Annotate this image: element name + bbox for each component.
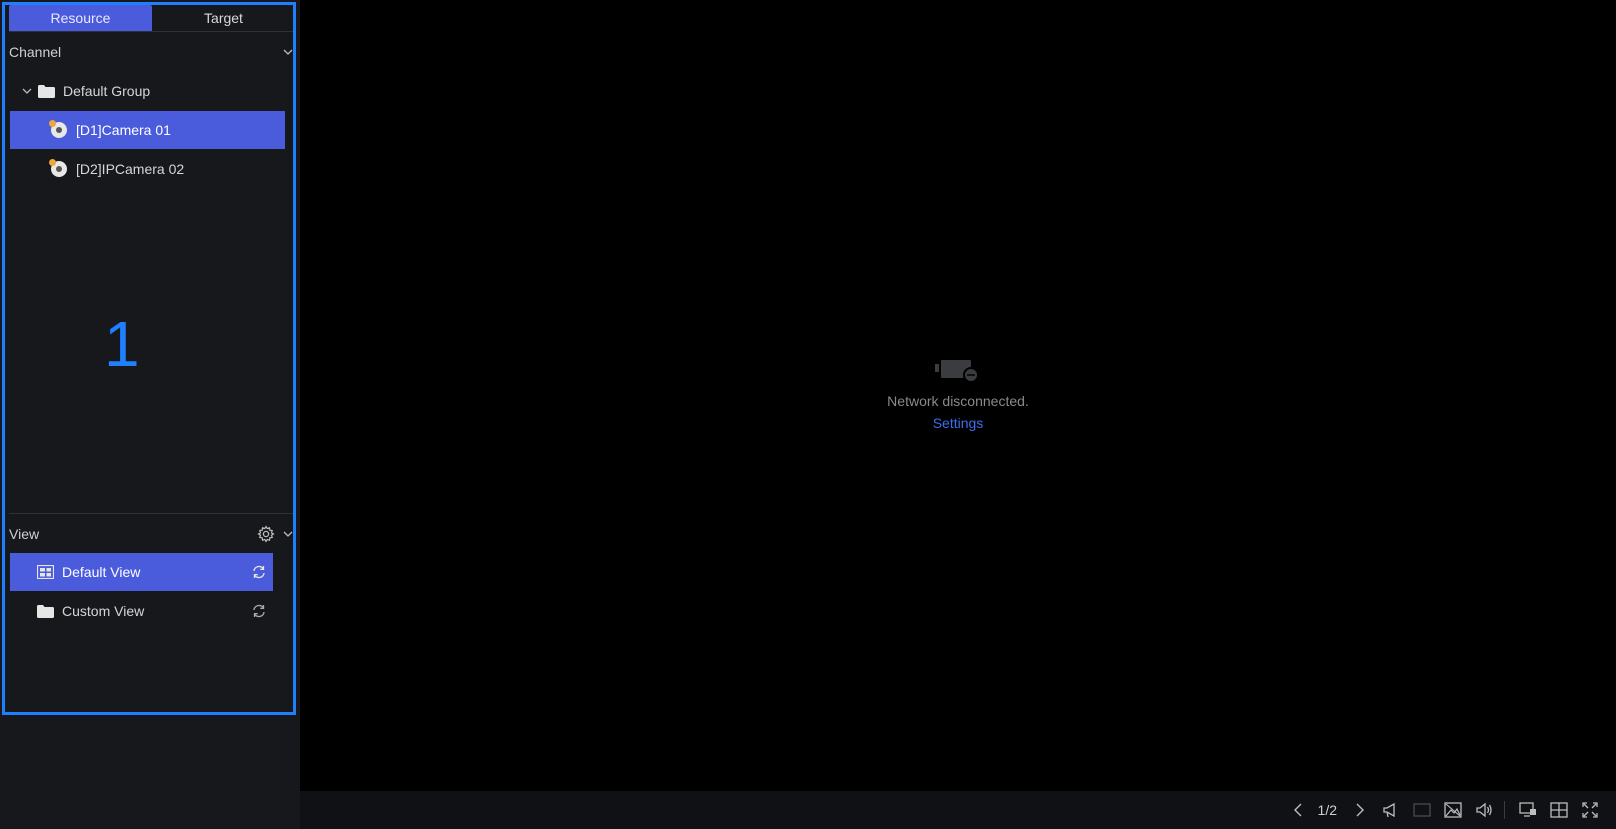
folder-icon <box>38 85 55 98</box>
view-title: View <box>9 526 40 542</box>
tab-divider <box>9 31 295 32</box>
display-output-icon[interactable] <box>1514 796 1542 824</box>
auto-switch-icon[interactable] <box>251 565 267 579</box>
channel-section-header[interactable]: Channel <box>9 41 295 63</box>
status-message: Network disconnected. <box>887 393 1029 409</box>
camera-channel-icon <box>49 120 67 138</box>
channel-item-camera-01[interactable]: [D1]Camera 01 <box>10 111 285 149</box>
resource-panel: Resource Target Channel Default Group [D… <box>0 0 301 829</box>
tab-target[interactable]: Target <box>152 5 295 31</box>
channel-label: [D2]IPCamera 02 <box>76 161 185 177</box>
folder-icon <box>37 605 54 618</box>
tab-resource[interactable]: Resource <box>9 5 152 31</box>
volume-icon[interactable] <box>1470 796 1498 824</box>
camera-disconnected-icon <box>935 355 981 385</box>
tree-group-default[interactable]: Default Group <box>10 72 285 110</box>
view-item-default[interactable]: Default View <box>10 553 273 591</box>
view-item-custom[interactable]: Custom View <box>10 592 273 630</box>
channel-title: Channel <box>9 44 62 60</box>
fullscreen-icon[interactable] <box>1576 796 1604 824</box>
channel-item-ipcamera-02[interactable]: [D2]IPCamera 02 <box>10 150 285 188</box>
gear-icon[interactable] <box>257 525 275 543</box>
disconnected-status: Network disconnected. Settings <box>300 355 1616 433</box>
group-label: Default Group <box>63 83 151 99</box>
broadcast-icon[interactable] <box>1377 796 1405 824</box>
toolbar-separator <box>1504 801 1505 819</box>
section-divider <box>9 513 295 514</box>
auto-switch-icon[interactable] <box>251 604 267 618</box>
live-view-area[interactable]: Network disconnected. Settings <box>300 0 1616 791</box>
view-label: Custom View <box>62 603 145 619</box>
layout-split-icon[interactable] <box>1545 796 1573 824</box>
bottom-toolbar: 1/2 <box>300 791 1616 829</box>
chevron-down-icon[interactable] <box>22 88 34 94</box>
view-section-header[interactable]: View <box>9 523 295 545</box>
camera-channel-icon <box>49 159 67 177</box>
image-icon[interactable] <box>1439 796 1467 824</box>
chevron-down-icon[interactable] <box>281 45 295 59</box>
panel-tabs: Resource Target <box>9 5 295 31</box>
prev-page-icon[interactable] <box>1284 796 1312 824</box>
grid-view-icon <box>37 565 54 579</box>
chevron-down-icon[interactable] <box>281 527 295 541</box>
callout-number: 1 <box>104 308 140 380</box>
capture-icon[interactable] <box>1408 796 1436 824</box>
next-page-icon[interactable] <box>1346 796 1374 824</box>
settings-link[interactable]: Settings <box>933 415 984 431</box>
view-label: Default View <box>62 564 141 580</box>
channel-label: [D1]Camera 01 <box>76 122 171 138</box>
page-indicator: 1/2 <box>1317 802 1337 818</box>
